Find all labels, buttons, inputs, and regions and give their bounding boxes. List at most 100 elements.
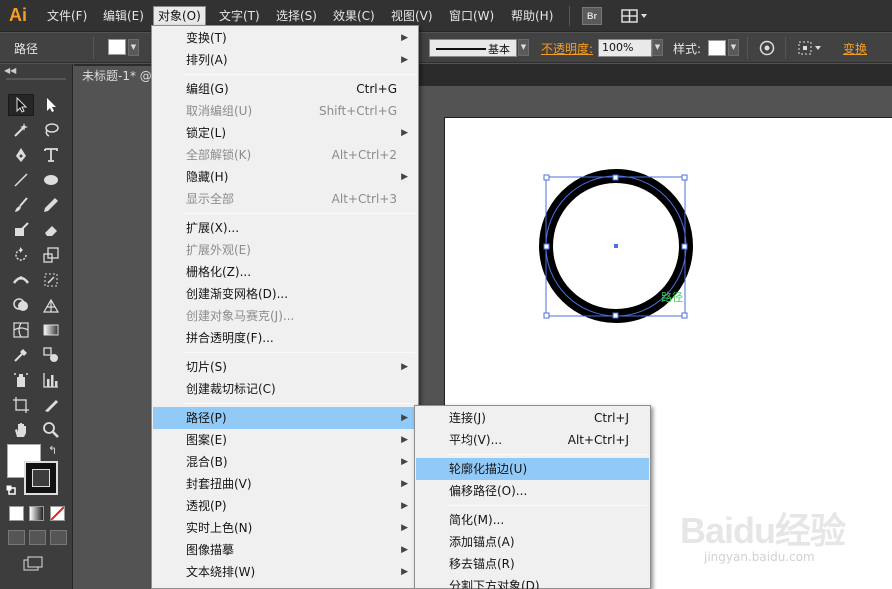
menu-window[interactable]: 窗口(W) (445, 8, 498, 26)
eyedropper-tool[interactable] (8, 344, 34, 366)
pen-tool[interactable] (8, 144, 34, 166)
object_menu-item[interactable]: 封套扭曲(V) ▶ (153, 473, 417, 495)
fill-dropdown-arrow[interactable]: ▼ (128, 39, 139, 56)
draw-normal-button[interactable] (8, 530, 25, 545)
opacity-dropdown-arrow[interactable]: ▼ (652, 39, 663, 56)
menu-object[interactable]: 对象(O) (153, 6, 206, 27)
selected-circle-path[interactable]: 路径 (530, 160, 710, 340)
object_menu-item[interactable]: 显示全部 Alt+Ctrl+3 (153, 188, 417, 210)
object_menu-item[interactable]: 切片(S) ▶ (153, 356, 417, 378)
hand-tool[interactable] (8, 419, 34, 441)
object_menu-item[interactable]: 排列(A) ▶ (153, 49, 417, 71)
object_menu-item[interactable]: 锁定(L) ▶ (153, 122, 417, 144)
style-dropdown-arrow[interactable]: ▼ (728, 39, 739, 56)
opacity-input[interactable]: 100% (598, 39, 652, 57)
menu-help[interactable]: 帮助(H) (507, 8, 557, 26)
ellipse-tool[interactable] (38, 169, 64, 191)
blob-brush-tool[interactable] (8, 219, 34, 241)
scale-tool[interactable] (38, 244, 64, 266)
menu-select[interactable]: 选择(S) (272, 8, 321, 26)
menu-edit[interactable]: 编辑(E) (99, 8, 148, 26)
object_menu-item-label: 图像描摹 (186, 543, 235, 557)
stroke-color-box[interactable] (24, 461, 58, 495)
stroke-dropdown-arrow[interactable]: ▼ (518, 39, 529, 56)
direct-selection-tool[interactable] (38, 94, 64, 116)
object_menu-item[interactable]: 文本绕排(W) ▶ (153, 561, 417, 583)
object_menu-item[interactable]: 全部解锁(K) Alt+Ctrl+2 (153, 144, 417, 166)
object_menu-item[interactable]: 创建对象马赛克(J)... (153, 305, 417, 327)
hand-icon (15, 423, 26, 437)
graphic-style-swatch[interactable] (708, 40, 726, 56)
path_submenu-item[interactable]: 偏移路径(O)... (416, 480, 649, 502)
draw-behind-button[interactable] (29, 530, 46, 545)
none-mode-button[interactable] (50, 506, 65, 521)
perspective-grid-tool[interactable] (38, 294, 64, 316)
path_submenu-item[interactable]: 平均(V)... Alt+Ctrl+J (416, 429, 649, 451)
object_menu-item[interactable]: 编组(G) Ctrl+G (153, 78, 417, 100)
object_menu-item[interactable]: 扩展(X)... (153, 217, 417, 239)
type-tool[interactable] (38, 144, 64, 166)
rotate-tool[interactable] (8, 244, 34, 266)
menu-effect[interactable]: 效果(C) (329, 8, 379, 26)
paintbrush-tool[interactable] (8, 194, 34, 216)
symbol-sprayer-tool[interactable] (8, 369, 34, 391)
path_submenu-item[interactable]: 轮廓化描边(U) (416, 458, 649, 480)
eraser-tool[interactable] (38, 219, 64, 241)
swap-fill-stroke-icon[interactable]: ↰ (48, 444, 57, 457)
mesh-tool[interactable] (8, 319, 34, 341)
artboard-tool[interactable] (8, 394, 34, 416)
gradient-tool[interactable] (38, 319, 64, 341)
object_menu-item[interactable]: 变换(T) ▶ (153, 27, 417, 49)
selection-tool[interactable] (8, 94, 34, 116)
collapse-panel-icon[interactable]: ◀◀ (4, 66, 16, 75)
object_menu-item[interactable]: 混合(B) ▶ (153, 451, 417, 473)
object_menu-item[interactable]: 透视(P) ▶ (153, 495, 417, 517)
stroke-profile-select[interactable]: 基本 (429, 39, 517, 57)
path_submenu-item[interactable]: 添加锚点(A) (416, 531, 649, 553)
slice-tool[interactable] (38, 394, 64, 416)
panel-grip[interactable] (6, 78, 66, 80)
align-options-icon[interactable] (797, 40, 825, 56)
lasso-tool[interactable] (38, 119, 64, 141)
default-colors-icon[interactable] (5, 484, 16, 495)
object_menu-item[interactable]: 扩展外观(E) (153, 239, 417, 261)
arrange-documents-button[interactable] (620, 7, 650, 25)
object_menu-item[interactable]: 取消编组(U) Shift+Ctrl+G (153, 100, 417, 122)
column-graph-tool[interactable] (38, 369, 64, 391)
draw-inside-button[interactable] (50, 530, 67, 545)
path_submenu-item[interactable]: 连接(J) Ctrl+J (416, 407, 649, 429)
object_menu-item[interactable]: 创建渐变网格(D)... (153, 283, 417, 305)
menu-file[interactable]: 文件(F) (43, 8, 91, 26)
menu-type[interactable]: 文字(T) (215, 8, 264, 26)
object_menu-item[interactable]: 隐藏(H) ▶ (153, 166, 417, 188)
recolor-icon[interactable] (759, 40, 775, 56)
width-tool[interactable] (8, 269, 34, 291)
object_menu-item[interactable]: 栅格化(Z)... (153, 261, 417, 283)
transform-link[interactable]: 变换 (843, 40, 867, 57)
path_submenu-item[interactable]: 简化(M)... (416, 509, 649, 531)
screen-mode-button[interactable] (22, 556, 46, 572)
object_menu-item[interactable]: 创建裁切标记(C) (153, 378, 417, 400)
fill-swatch[interactable] (108, 39, 126, 55)
object_menu-item[interactable]: 图案(E) ▶ (153, 429, 417, 451)
object_menu-item[interactable]: 拼合透明度(F)... (153, 327, 417, 349)
path_submenu-item[interactable]: 移去锚点(R) (416, 553, 649, 575)
color-mode-button[interactable] (9, 506, 24, 521)
line-segment-tool[interactable] (8, 169, 34, 191)
bridge-button[interactable]: Br (582, 7, 602, 25)
object_menu-item[interactable]: 图像描摹 ▶ (153, 539, 417, 561)
pencil-tool[interactable] (38, 194, 64, 216)
path_submenu-item[interactable]: 分割下方对象(D) (416, 575, 649, 589)
submenu-arrow-icon: ▶ (401, 545, 408, 555)
document-tab[interactable]: 未标题-1* @ (74, 66, 154, 86)
shape-builder-tool[interactable] (8, 294, 34, 316)
zoom-tool[interactable] (38, 419, 64, 441)
menu-view[interactable]: 视图(V) (387, 8, 437, 26)
object_menu-item[interactable]: 路径(P) ▶ (153, 407, 417, 429)
object_menu-item[interactable]: 实时上色(N) ▶ (153, 517, 417, 539)
gradient-mode-button[interactable] (29, 506, 44, 521)
blend-tool[interactable] (38, 344, 64, 366)
magic-wand-tool[interactable] (8, 119, 34, 141)
free-transform-tool[interactable] (38, 269, 64, 291)
opacity-label[interactable]: 不透明度: (541, 40, 593, 57)
